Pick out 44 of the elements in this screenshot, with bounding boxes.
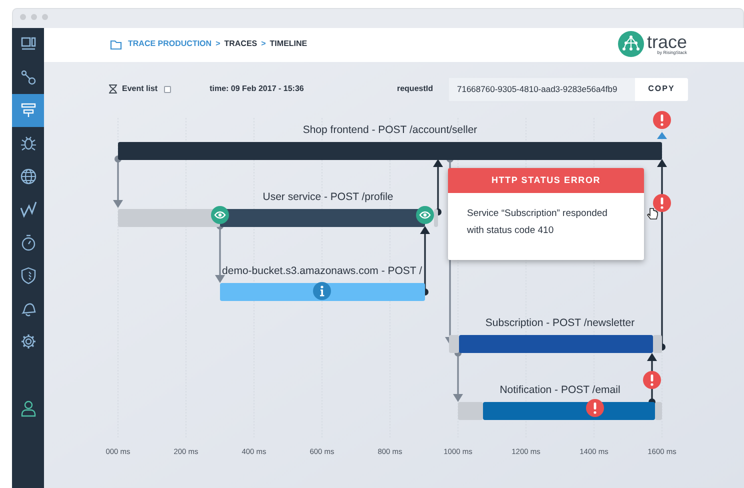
bug-icon[interactable] xyxy=(18,134,38,153)
breadcrumb-separator: > xyxy=(261,38,266,50)
span-track xyxy=(449,335,459,353)
span-track xyxy=(434,209,438,227)
connector-arrow xyxy=(113,156,123,208)
shield-icon[interactable] xyxy=(18,266,38,285)
error-icon[interactable] xyxy=(653,111,671,129)
error-icon[interactable] xyxy=(653,194,671,212)
eye-icon[interactable] xyxy=(416,206,434,224)
span-track xyxy=(655,402,662,420)
span-track xyxy=(653,335,662,353)
span-label: demo-bucket.s3.amazonaws.com - POST / xyxy=(222,266,422,276)
span-label: Shop frontend - POST /account/seller xyxy=(302,125,478,136)
request-id-field[interactable]: 71668760-9305-4810-aad3-9283e56a4fb9 xyxy=(449,78,635,100)
tooltip-title: HTTP STATUS ERROR xyxy=(448,168,644,193)
request-id-label: requestId xyxy=(396,83,433,95)
connector-arrow xyxy=(420,226,430,296)
logo-icon xyxy=(618,31,644,57)
connected-nodes-icon[interactable] xyxy=(18,68,38,87)
copy-button[interactable]: COPY xyxy=(635,78,688,100)
logo-text: trace xyxy=(647,32,688,51)
time-label: time: 09 Feb 2017 - 15:36 xyxy=(210,83,304,95)
eye-icon[interactable] xyxy=(211,206,229,224)
settings-icon[interactable] xyxy=(18,332,38,351)
breadcrumb-separator: > xyxy=(216,38,220,50)
timeline-icon[interactable] xyxy=(18,101,38,120)
event-list-label: Event list xyxy=(122,83,158,95)
breadcrumb-item[interactable]: TIMELINE xyxy=(270,38,308,50)
span-label: Subscription - POST /newsletter xyxy=(485,318,635,328)
globe-icon[interactable] xyxy=(18,167,38,186)
triangle-marker-icon xyxy=(657,132,667,139)
error-icon[interactable] xyxy=(586,399,604,417)
span-label: Notification - POST /email xyxy=(500,385,620,396)
hand-cursor-icon xyxy=(647,207,659,221)
info-icon[interactable] xyxy=(313,282,331,300)
tooltip-message: Service “Subscription” responded with status code 410 xyxy=(466,207,608,238)
sidebar-item[interactable] xyxy=(12,94,44,127)
breadcrumb-item[interactable]: TRACES xyxy=(224,38,258,50)
hourglass-icon xyxy=(108,84,118,94)
user-icon[interactable] xyxy=(18,399,38,418)
folder-icon xyxy=(110,38,122,50)
error-icon[interactable] xyxy=(643,371,661,389)
span-label: User service - POST /profile xyxy=(262,192,394,202)
line-chart-icon[interactable] xyxy=(18,200,38,219)
